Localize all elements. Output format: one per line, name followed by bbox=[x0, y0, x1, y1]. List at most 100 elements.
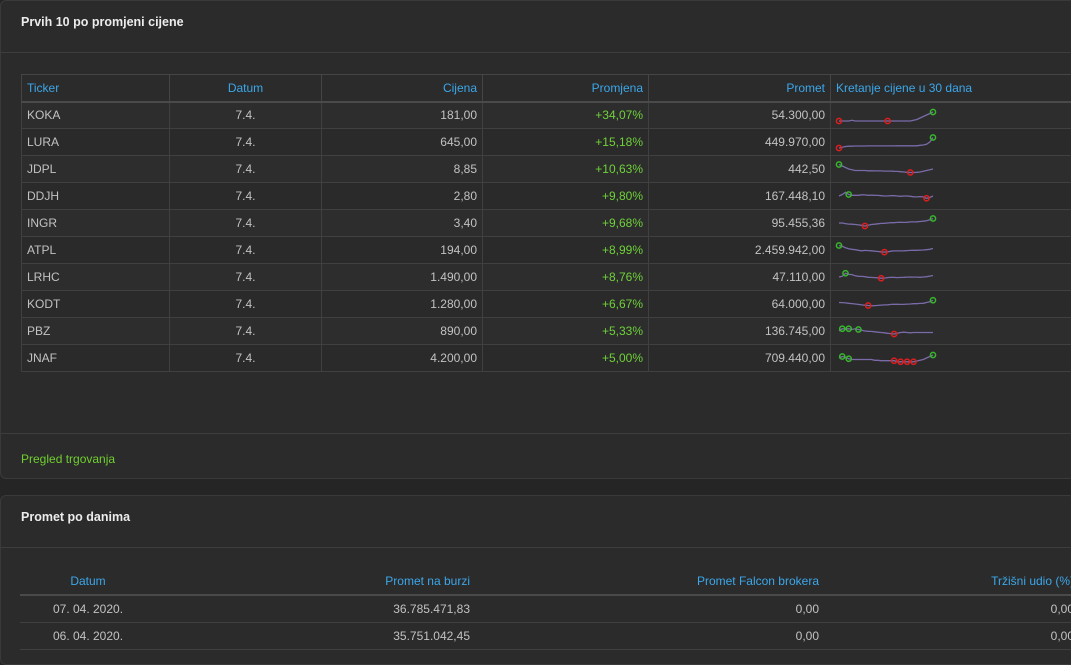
price-sparkline bbox=[834, 321, 938, 341]
ticker-cell[interactable]: KOKA bbox=[22, 102, 170, 129]
table-row[interactable]: JDPL7.4.8,85+10,63%442,50 bbox=[22, 156, 1071, 183]
turnover-cell: 136.745,00 bbox=[649, 318, 831, 345]
price-sparkline bbox=[834, 267, 938, 287]
turnover-cell: 449.970,00 bbox=[649, 129, 831, 156]
column-header-cijena[interactable]: Cijena bbox=[322, 75, 483, 102]
price-sparkline bbox=[834, 348, 938, 368]
date-cell: 07. 04. 2020. bbox=[20, 595, 156, 622]
ticker-cell[interactable]: PBZ bbox=[22, 318, 170, 345]
table-row[interactable]: ATPL7.4.194,00+8,99%2.459.942,00 bbox=[22, 237, 1071, 264]
ticker-cell[interactable]: LURA bbox=[22, 129, 170, 156]
price-cell: 645,00 bbox=[322, 129, 483, 156]
turnover-cell: 2.459.942,00 bbox=[649, 237, 831, 264]
table-row[interactable]: LRHC7.4.1.490,00+8,76%47.110,00 bbox=[22, 264, 1071, 291]
date-cell: 7.4. bbox=[170, 183, 322, 210]
date-cell: 7.4. bbox=[170, 318, 322, 345]
sparkline-high-marker bbox=[930, 298, 935, 303]
trading-overview-link[interactable]: Pregled trgovanja bbox=[21, 452, 115, 466]
table-row[interactable]: DDJH7.4.2,80+9,80%167.448,10 bbox=[22, 183, 1071, 210]
sparkline-path bbox=[839, 219, 933, 227]
column-header-sparkline: Kretanje cijene u 30 dana bbox=[831, 75, 1071, 102]
ticker-cell[interactable]: DDJH bbox=[22, 183, 170, 210]
price-cell: 1.280,00 bbox=[322, 291, 483, 318]
panel-footer: Pregled trgovanja bbox=[1, 433, 1071, 479]
column-header-ticker[interactable]: Ticker bbox=[22, 75, 170, 102]
ticker-cell[interactable]: JNAF bbox=[22, 345, 170, 372]
sparkline-path bbox=[839, 165, 933, 173]
column-header-datum[interactable]: Datum bbox=[20, 568, 156, 595]
change-cell: +10,63% bbox=[483, 156, 649, 183]
panel-title: Promet po danima bbox=[1, 496, 1071, 548]
ticker-cell[interactable]: INGR bbox=[22, 210, 170, 237]
column-header-datum[interactable]: Datum bbox=[170, 75, 322, 102]
date-cell: 7.4. bbox=[170, 237, 322, 264]
change-cell: +9,68% bbox=[483, 210, 649, 237]
turnover-cell: 709.440,00 bbox=[649, 345, 831, 372]
sparkline-path bbox=[839, 355, 933, 362]
price-sparkline bbox=[834, 132, 938, 152]
broker-turnover-cell: 0,00 bbox=[476, 595, 825, 622]
table-header-row: Ticker Datum Cijena Promjena Promet Kret… bbox=[22, 75, 1071, 102]
column-header-promjena[interactable]: Promjena bbox=[483, 75, 649, 102]
table-row[interactable]: JNAF7.4.4.200,00+5,00%709.440,00 bbox=[22, 345, 1071, 372]
table-row[interactable]: 07. 04. 2020.36.785.471,830,000,00 bbox=[20, 595, 1071, 622]
price-sparkline bbox=[834, 105, 938, 125]
price-sparkline bbox=[834, 240, 938, 260]
market-share-cell: 0,00 bbox=[825, 595, 1071, 622]
panel-title: Prvih 10 po promjeni cijene bbox=[1, 1, 1071, 53]
sparkline-path bbox=[839, 192, 933, 198]
price-sparkline bbox=[834, 186, 938, 206]
change-cell: +34,07% bbox=[483, 102, 649, 129]
change-cell: +5,33% bbox=[483, 318, 649, 345]
table-row[interactable]: INGR7.4.3,40+9,68%95.455,36 bbox=[22, 210, 1071, 237]
column-header-promet[interactable]: Promet bbox=[649, 75, 831, 102]
date-cell: 7.4. bbox=[170, 210, 322, 237]
price-sparkline bbox=[834, 213, 938, 233]
table-row[interactable]: KOKA7.4.181,00+34,07%54.300,00 bbox=[22, 102, 1071, 129]
column-header-udio[interactable]: Tržišni udio (%) bbox=[825, 568, 1071, 595]
price-cell: 8,85 bbox=[322, 156, 483, 183]
sparkline-cell bbox=[831, 129, 1071, 156]
price-cell: 4.200,00 bbox=[322, 345, 483, 372]
sparkline-cell bbox=[831, 156, 1071, 183]
table-row[interactable]: 06. 04. 2020.35.751.042,450,000,00 bbox=[20, 622, 1071, 649]
table-row[interactable]: PBZ7.4.890,00+5,33%136.745,00 bbox=[22, 318, 1071, 345]
date-cell: 7.4. bbox=[170, 102, 322, 129]
change-cell: +15,18% bbox=[483, 129, 649, 156]
ticker-cell[interactable]: LRHC bbox=[22, 264, 170, 291]
price-sparkline bbox=[834, 159, 938, 179]
change-cell: +5,00% bbox=[483, 345, 649, 372]
turnover-cell: 47.110,00 bbox=[649, 264, 831, 291]
top10-panel: Prvih 10 po promjeni cijene Ticker Datum… bbox=[0, 0, 1071, 479]
broker-turnover-cell: 0,00 bbox=[476, 622, 825, 649]
table-header-row: Datum Promet na burzi Promet Falcon brok… bbox=[20, 568, 1071, 595]
change-cell: +9,80% bbox=[483, 183, 649, 210]
sparkline-cell bbox=[831, 102, 1071, 129]
price-cell: 3,40 bbox=[322, 210, 483, 237]
ticker-cell[interactable]: JDPL bbox=[22, 156, 170, 183]
date-cell: 7.4. bbox=[170, 291, 322, 318]
price-cell: 194,00 bbox=[322, 237, 483, 264]
date-cell: 7.4. bbox=[170, 129, 322, 156]
turnover-cell: 64.000,00 bbox=[649, 291, 831, 318]
sparkline-cell bbox=[831, 318, 1071, 345]
table-row[interactable]: LURA7.4.645,00+15,18%449.970,00 bbox=[22, 129, 1071, 156]
turnover-cell: 54.300,00 bbox=[649, 102, 831, 129]
price-cell: 2,80 bbox=[322, 183, 483, 210]
sparkline-cell bbox=[831, 291, 1071, 318]
column-header-promet-falcon[interactable]: Promet Falcon brokera bbox=[476, 568, 825, 595]
ticker-cell[interactable]: ATPL bbox=[22, 237, 170, 264]
date-cell: 06. 04. 2020. bbox=[20, 622, 156, 649]
sparkline-path bbox=[839, 300, 933, 306]
sparkline-cell bbox=[831, 237, 1071, 264]
ticker-cell[interactable]: KODT bbox=[22, 291, 170, 318]
exchange-turnover-cell: 36.785.471,83 bbox=[156, 595, 476, 622]
sparkline-path bbox=[839, 329, 933, 334]
turnover-cell: 95.455,36 bbox=[649, 210, 831, 237]
table-row[interactable]: KODT7.4.1.280,00+6,67%64.000,00 bbox=[22, 291, 1071, 318]
price-sparkline bbox=[834, 294, 938, 314]
date-cell: 7.4. bbox=[170, 345, 322, 372]
column-header-promet-burza[interactable]: Promet na burzi bbox=[156, 568, 476, 595]
date-cell: 7.4. bbox=[170, 156, 322, 183]
turnover-cell: 442,50 bbox=[649, 156, 831, 183]
